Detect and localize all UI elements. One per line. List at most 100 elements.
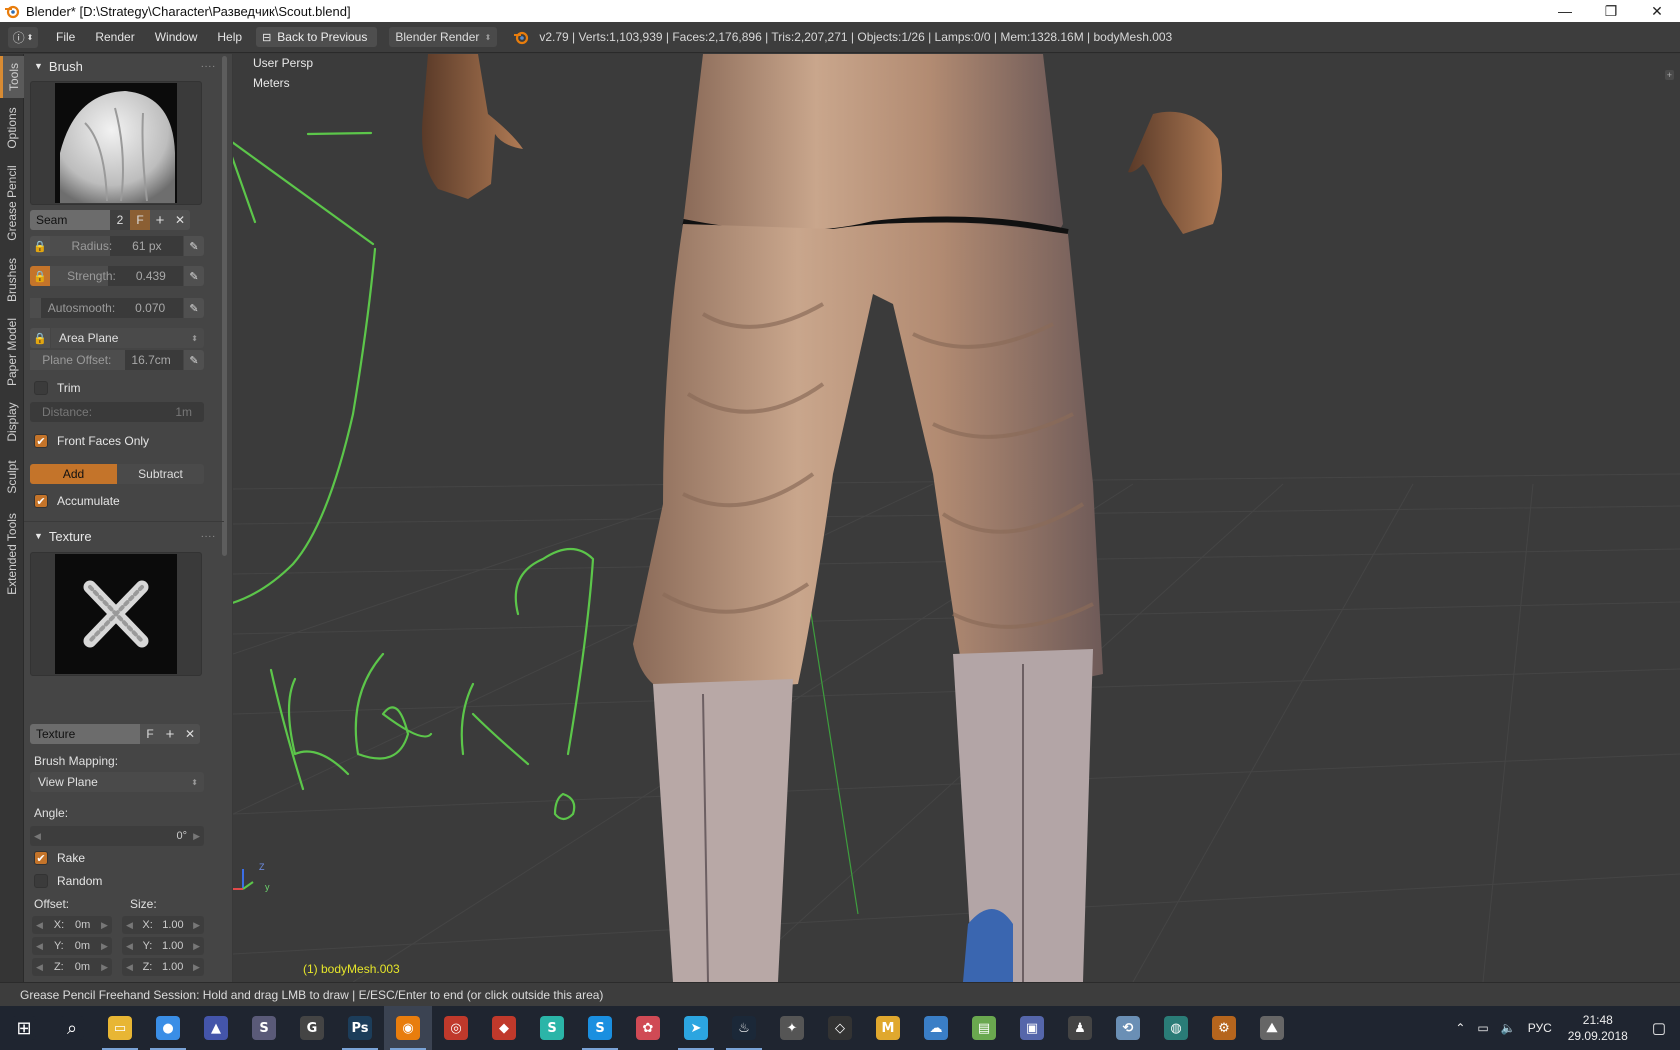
taskbar-search-button[interactable]: ⌕	[48, 1006, 96, 1050]
plane-offset-slider[interactable]: Plane Offset: 16.7cm	[30, 350, 183, 370]
tab-paper-model[interactable]: Paper Model	[0, 312, 24, 392]
brush-name-field[interactable]: Seam	[30, 210, 110, 230]
offset-x-field[interactable]: ◀ X: 0m ▶	[32, 916, 112, 934]
menu-render[interactable]: Render	[85, 30, 144, 44]
radius-slider[interactable]: Radius: 61 px	[50, 236, 183, 256]
chevron-up-icon[interactable]: ⌃	[1449, 1021, 1471, 1035]
autosmooth-pressure-button[interactable]: ✎	[184, 298, 204, 318]
clock[interactable]: 21:48 29.09.2018	[1558, 1012, 1638, 1044]
increment-arrow-icon[interactable]: ▶	[193, 831, 200, 842]
plane-offset-pressure-button[interactable]: ✎	[184, 350, 204, 370]
taskbar-app-21-button[interactable]: ▣	[1008, 1006, 1056, 1050]
taskbar-app-22-button[interactable]: ♟	[1056, 1006, 1104, 1050]
random-row[interactable]: Random	[34, 874, 102, 888]
taskbar-app-20-button[interactable]: ▤	[960, 1006, 1008, 1050]
brush-mapping-select[interactable]: View Plane ⬍	[30, 772, 204, 792]
taskbar-blender-button[interactable]: ◉	[384, 1006, 432, 1050]
size-y-field[interactable]: ◀ Y: 1.00 ▶	[122, 937, 204, 955]
taskbar-app-24-button[interactable]: ◍	[1152, 1006, 1200, 1050]
viewport-plus-icon[interactable]: +	[1664, 70, 1674, 80]
taskbar-steam-button[interactable]: ♨	[720, 1006, 768, 1050]
size-z-field[interactable]: ◀ Z: 1.00 ▶	[122, 958, 204, 976]
close-button[interactable]: ✕	[1634, 0, 1680, 22]
taskbar-unity-button[interactable]: ◇	[816, 1006, 864, 1050]
texture-fake-user-button[interactable]: F	[140, 724, 160, 744]
offset-y-field[interactable]: ◀ Y: 0m ▶	[32, 937, 112, 955]
rake-row[interactable]: ✔ Rake	[34, 851, 85, 865]
texture-panel-header[interactable]: ▼ Texture ∙∙∙∙	[24, 524, 224, 548]
taskbar-app-13-button[interactable]: ✿	[624, 1006, 672, 1050]
front-faces-checkbox[interactable]: ✔	[34, 434, 48, 448]
taskbar-app-10-button[interactable]: ◆	[480, 1006, 528, 1050]
tab-display[interactable]: Display	[0, 394, 24, 450]
taskbar-app-18-button[interactable]: M	[864, 1006, 912, 1050]
taskbar-app-11-button[interactable]: S	[528, 1006, 576, 1050]
render-engine-select[interactable]: Blender Render ⬍	[389, 27, 498, 47]
offset-z-field[interactable]: ◀ Z: 0m ▶	[32, 958, 112, 976]
rake-checkbox[interactable]: ✔	[34, 851, 48, 865]
add-button[interactable]: Add	[30, 464, 117, 484]
unlink-brush-button[interactable]: ✕	[170, 210, 190, 230]
3d-viewport[interactable]: User Persp Meters Z y (1) bodyMesh.003 +	[233, 54, 1680, 982]
taskbar-start-button[interactable]: ⊞	[0, 1006, 48, 1050]
new-brush-button[interactable]: +	[150, 210, 170, 230]
shelf-scrollbar[interactable]	[222, 56, 227, 556]
taskbar-app-4-button[interactable]: ▲	[192, 1006, 240, 1050]
tab-options[interactable]: Options	[0, 100, 24, 156]
autosmooth-slider[interactable]: Autosmooth: 0.070	[30, 298, 183, 318]
taskbar-gzdb-button[interactable]: G	[288, 1006, 336, 1050]
area-lock-button[interactable]: 🔒	[30, 328, 50, 348]
network-icon[interactable]: ▭	[1471, 1021, 1494, 1035]
drag-grip-icon[interactable]: ∙∙∙∙	[201, 61, 216, 72]
texture-preview[interactable]	[30, 552, 202, 676]
subtract-button[interactable]: Subtract	[117, 464, 204, 484]
unlink-texture-button[interactable]: ✕	[180, 724, 200, 744]
tab-grease-pencil[interactable]: Grease Pencil	[0, 158, 24, 248]
accumulate-checkbox[interactable]: ✔	[34, 494, 48, 508]
brush-preview[interactable]	[30, 81, 202, 205]
taskbar-app-9-button[interactable]: ◎	[432, 1006, 480, 1050]
trim-checkbox[interactable]	[34, 381, 48, 395]
taskbar-app-19-button[interactable]: ☁	[912, 1006, 960, 1050]
strength-lock-button[interactable]: 🔒	[30, 266, 50, 286]
volume-icon[interactable]: 🔈	[1495, 1021, 1522, 1035]
taskbar-app-26-button[interactable]: ⛰	[1248, 1006, 1296, 1050]
strength-slider[interactable]: Strength: 0.439	[50, 266, 183, 286]
back-to-previous-button[interactable]: ⊟ Back to Previous	[256, 27, 378, 47]
decrement-arrow-icon[interactable]: ◀	[34, 831, 41, 842]
taskbar-photoshop-button[interactable]: Ps	[336, 1006, 384, 1050]
area-plane-select[interactable]: Area Plane ⬍	[51, 328, 204, 348]
menu-file[interactable]: File	[46, 30, 85, 44]
brush-panel-header[interactable]: ▼ Brush ∙∙∙∙	[24, 54, 224, 78]
front-faces-row[interactable]: ✔ Front Faces Only	[34, 434, 149, 448]
minimize-button[interactable]: —	[1542, 0, 1588, 22]
taskbar-app-5-button[interactable]: S	[240, 1006, 288, 1050]
random-checkbox[interactable]	[34, 874, 48, 888]
radius-unit-lock-button[interactable]: 🔒	[30, 236, 50, 256]
tab-sculpt[interactable]: Sculpt	[0, 452, 24, 502]
new-texture-button[interactable]: +	[160, 724, 180, 744]
tab-brushes[interactable]: Brushes	[0, 250, 24, 310]
tab-extended-tools[interactable]: Extended Tools	[0, 504, 24, 604]
taskbar-telegram-button[interactable]: ➤	[672, 1006, 720, 1050]
tab-tools[interactable]: Tools	[0, 56, 24, 98]
taskbar-chrome-button[interactable]: ●	[144, 1006, 192, 1050]
trim-checkbox-row[interactable]: Trim	[34, 381, 81, 395]
accumulate-row[interactable]: ✔ Accumulate	[34, 494, 120, 508]
menu-help[interactable]: Help	[207, 30, 252, 44]
taskbar-app-16-button[interactable]: ✦	[768, 1006, 816, 1050]
taskbar-file-explorer-button[interactable]: ▭	[96, 1006, 144, 1050]
taskbar-app-23-button[interactable]: ⟲	[1104, 1006, 1152, 1050]
menu-window[interactable]: Window	[145, 30, 208, 44]
strength-pressure-button[interactable]: ✎	[184, 266, 204, 286]
angle-field[interactable]: ◀ 0° ▶	[30, 826, 204, 846]
fake-user-button[interactable]: F	[130, 210, 150, 230]
editor-type-button[interactable]: ⓘ ⬍	[8, 26, 38, 48]
language-indicator[interactable]: РУС	[1522, 1021, 1558, 1035]
texture-name-field[interactable]: Texture	[30, 724, 140, 744]
notification-icon[interactable]: ▢	[1638, 1019, 1680, 1037]
maximize-button[interactable]: ❐	[1588, 0, 1634, 22]
taskbar-app-25-button[interactable]: ⚙	[1200, 1006, 1248, 1050]
taskbar-skype-button[interactable]: S	[576, 1006, 624, 1050]
radius-pressure-button[interactable]: ✎	[184, 236, 204, 256]
